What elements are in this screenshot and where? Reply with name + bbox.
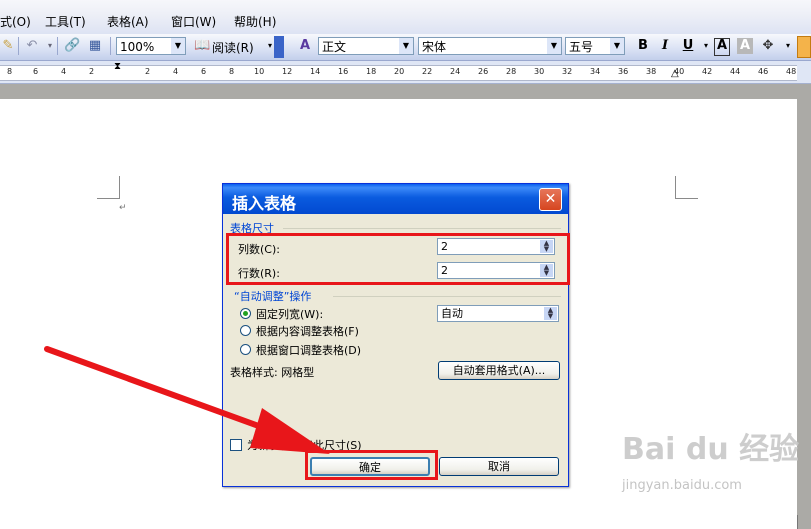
watermark-url: jingyan.baidu.com [622,478,742,493]
watermark-logo: Bai du 经验 [622,432,800,467]
arrow-head [250,408,330,454]
arrow-shaft [44,346,289,439]
